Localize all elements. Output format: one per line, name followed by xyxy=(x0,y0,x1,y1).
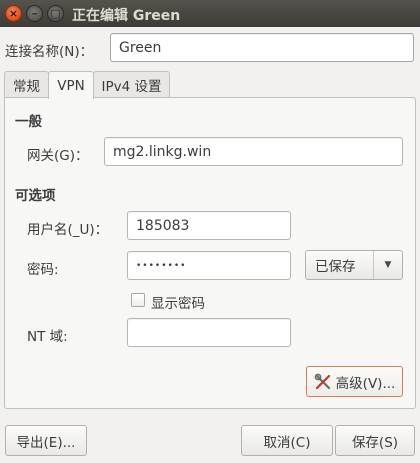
cancel-button-label: 取消(C) xyxy=(263,434,311,451)
nt-domain-label: NT 域: xyxy=(27,329,68,345)
username-input[interactable]: 185083 xyxy=(127,211,291,240)
connection-name-input[interactable]: Green xyxy=(110,33,414,62)
tab-general-label: 常规 xyxy=(13,79,40,95)
save-button-label: 保存(S) xyxy=(351,434,399,451)
show-password-label[interactable]: 显示密码 xyxy=(151,292,205,312)
password-store-selected: 已保存 xyxy=(315,259,356,275)
optional-section-title: 可选项 xyxy=(15,188,56,204)
username-label: 用户名(_U)： xyxy=(27,222,109,238)
gateway-input[interactable]: mg2.linkg.win xyxy=(104,137,403,166)
nt-domain-input[interactable] xyxy=(127,318,291,347)
save-button[interactable]: 保存(S) xyxy=(335,425,415,456)
tab-ipv4-settings[interactable]: IPv4 设置 xyxy=(93,71,170,98)
export-button-label: 导出(E)... xyxy=(16,434,76,451)
window-close-button[interactable]: × xyxy=(5,5,22,22)
show-password-checkbox[interactable] xyxy=(131,293,145,307)
tools-icon xyxy=(314,373,330,389)
general-section-title: 一般 xyxy=(15,114,42,130)
export-button[interactable]: 导出(E)... xyxy=(5,425,87,456)
tab-general[interactable]: 常规 xyxy=(4,71,49,98)
advanced-button-label: 高级(V)... xyxy=(335,375,396,392)
cancel-button[interactable]: 取消(C) xyxy=(241,425,333,456)
password-input[interactable]: •••••••• xyxy=(127,251,291,280)
password-store-dropdown[interactable]: 已保存 ▼ xyxy=(305,250,403,280)
password-label: 密码: xyxy=(27,262,59,278)
gateway-value: mg2.linkg.win xyxy=(113,143,212,160)
title-bar: × – □ 正在编辑 Green xyxy=(0,0,420,27)
chevron-down-icon: ▼ xyxy=(384,260,392,270)
close-icon: × xyxy=(8,7,19,20)
connection-name-value: Green xyxy=(119,39,162,56)
username-value: 185083 xyxy=(136,217,190,234)
window-maximize-button[interactable]: □ xyxy=(47,5,64,22)
minimize-icon: – xyxy=(31,7,38,20)
tab-ipv4-label: IPv4 设置 xyxy=(101,79,162,95)
password-value: •••••••• xyxy=(136,260,187,271)
tab-vpn[interactable]: VPN xyxy=(48,71,94,99)
tab-vpn-label: VPN xyxy=(57,77,85,94)
advanced-button[interactable]: 高级(V)... xyxy=(306,366,403,397)
gateway-label: 网关(G)： xyxy=(27,148,89,164)
maximize-icon: □ xyxy=(50,7,61,20)
connection-name-label: 连接名称(N)： xyxy=(5,44,94,60)
window-title: 正在编辑 Green xyxy=(72,8,181,24)
window-minimize-button[interactable]: – xyxy=(26,5,43,22)
